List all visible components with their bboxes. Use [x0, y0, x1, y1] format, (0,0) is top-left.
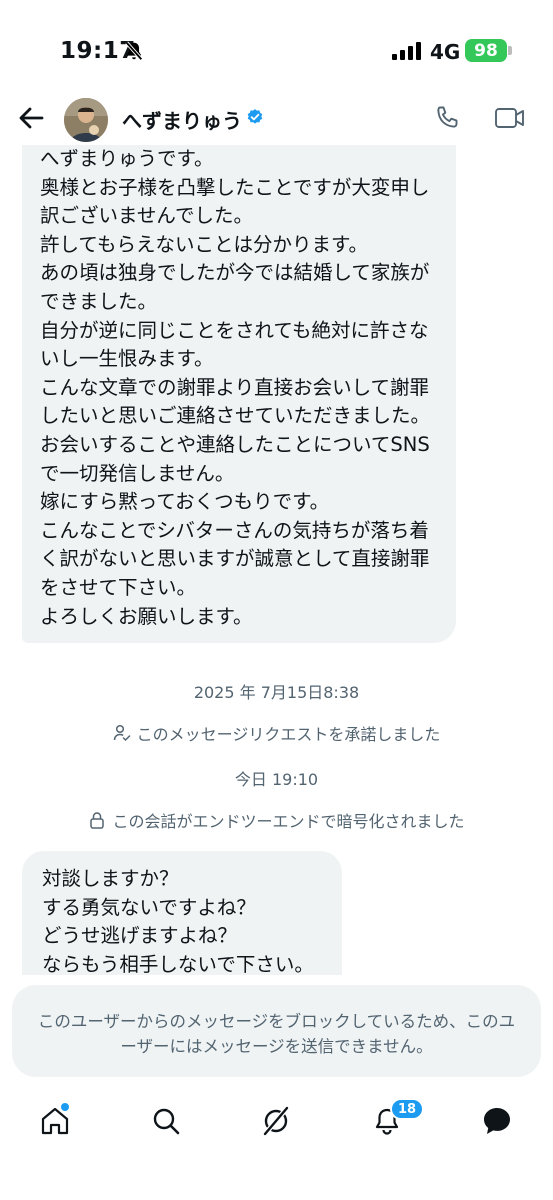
message-thread[interactable]: へずまりゅうです。 奥様とお子様を凸撃したことですが大変申し訳ございませんでした…: [0, 145, 553, 975]
avatar-image: [64, 98, 108, 142]
bottom-nav: 18: [0, 1095, 553, 1155]
silent-bell-icon: [125, 41, 143, 61]
battery-level: 98: [465, 39, 507, 62]
phone-icon[interactable]: [433, 104, 461, 132]
grok-icon[interactable]: [260, 1105, 292, 1137]
search-icon[interactable]: [150, 1105, 182, 1137]
conversation-header: へずまりゅう: [0, 95, 553, 145]
battery-tip: [508, 46, 512, 55]
message-bubble-received[interactable]: へずまりゅうです。 奥様とお子様を凸撃したことですが大変申し訳ございませんでした…: [22, 145, 456, 644]
encryption-text: この会話がエンドツーエンドで暗号化されました: [112, 812, 465, 831]
avatar[interactable]: [64, 98, 108, 142]
request-accepted-notice: このメッセージリクエストを承諾しました: [0, 721, 553, 745]
status-bar: 19:17 4G 98: [0, 0, 553, 100]
blocked-notice: このユーザーからのメッセージをブロックしているため、このユーザーにはメッセージを…: [12, 985, 541, 1077]
network-type: 4G: [430, 40, 461, 64]
messages-icon[interactable]: [481, 1105, 513, 1137]
video-icon[interactable]: [494, 104, 526, 132]
contact-name[interactable]: へずまりゅう: [122, 105, 242, 134]
notification-count-badge: 18: [390, 1098, 425, 1120]
back-arrow-icon[interactable]: [16, 103, 46, 133]
message-bubble-received[interactable]: 対談しますか？ する勇気ないですよね？ どうせ逃げますよね？ ならもう相手しない…: [22, 851, 342, 975]
message-timestamp: 2025 年 7月15日8:38: [193, 683, 360, 702]
person-check-icon: [113, 724, 130, 742]
message-timestamp: 今日 19:10: [234, 770, 319, 789]
verified-badge-icon: [247, 109, 263, 124]
home-unread-dot: [61, 1103, 69, 1111]
request-accepted-text: このメッセージリクエストを承諾しました: [136, 725, 441, 744]
encryption-notice: この会話がエンドツーエンドで暗号化されました: [0, 808, 553, 832]
signal-icon: [392, 42, 421, 60]
lock-icon: [90, 812, 105, 829]
